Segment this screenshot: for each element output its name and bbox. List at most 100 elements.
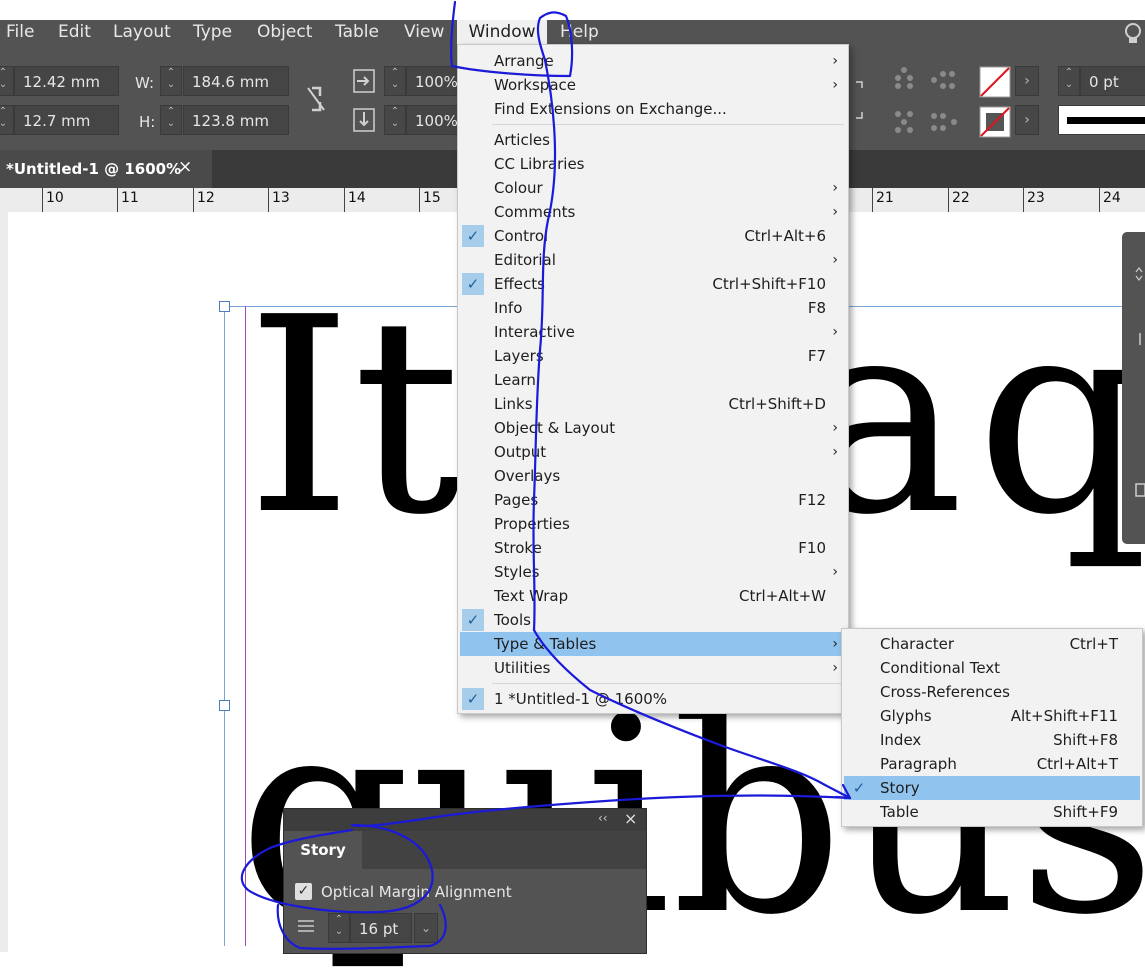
menu-item-editorial[interactable]: Editorial › <box>458 248 848 272</box>
menu-item-workspace[interactable]: Workspace › <box>458 73 848 97</box>
menu-item-control[interactable]: ✓ Control Ctrl+Alt+6 <box>458 224 848 248</box>
menu-edit[interactable]: Edit <box>58 20 91 46</box>
menu-item-comments[interactable]: Comments › <box>458 200 848 224</box>
align-bottom-icon[interactable] <box>890 108 920 138</box>
menu-table[interactable]: Table <box>335 20 379 46</box>
submenu-item-cross-references[interactable]: Cross-References <box>844 680 1140 704</box>
type-tables-submenu: Character Ctrl+T Conditional Text Cross-R… <box>841 628 1143 827</box>
scale-x-stepper[interactable]: ⌃ ⌄ <box>384 66 406 96</box>
width-field[interactable]: 184.6 mm <box>183 66 289 96</box>
x-position-field[interactable]: 12.42 mm <box>14 66 119 96</box>
align-left-icon[interactable] <box>928 66 962 96</box>
document-tab-title: *Untitled-1 @ 1600% <box>6 160 182 178</box>
menu-object[interactable]: Object <box>257 20 312 46</box>
y-stepper[interactable]: ⌃ ⌄ <box>0 105 14 135</box>
menu-item-output[interactable]: Output › <box>458 440 848 464</box>
height-label: H: <box>139 113 156 131</box>
scale-y-icon <box>353 108 375 132</box>
menu-item-type-tables[interactable]: Type & Tables › <box>460 632 846 656</box>
menu-item-colour[interactable]: Colour › <box>458 176 848 200</box>
height-field[interactable]: 123.8 mm <box>183 105 289 135</box>
selection-handle[interactable] <box>219 700 230 711</box>
menu-item-cc-libraries[interactable]: CC Libraries <box>458 152 848 176</box>
size-stepper[interactable]: ⌃ ⌄ <box>328 913 350 943</box>
scale-y-field[interactable]: 100% <box>406 105 460 135</box>
document-tab[interactable]: *Untitled-1 @ 1600% × <box>0 150 212 188</box>
ruler-label: 24 <box>1103 190 1121 206</box>
close-tab-icon[interactable]: × <box>178 157 192 177</box>
scale-y-stepper[interactable]: ⌃ ⌄ <box>384 105 406 135</box>
fill-dropdown-arrow[interactable]: › <box>1015 66 1039 96</box>
menu-item-text-wrap[interactable]: Text Wrap Ctrl+Alt+W <box>458 584 848 608</box>
stroke-weight-stepper[interactable]: ⌃ ⌄ <box>1058 66 1080 96</box>
menu-item-overlays[interactable]: Overlays <box>458 464 848 488</box>
menu-item-find-extensions[interactable]: Find Extensions on Exchange... <box>458 97 848 121</box>
menu-item-stroke[interactable]: Stroke F10 <box>458 536 848 560</box>
chevron-right-icon: › <box>832 180 838 196</box>
chevron-right-icon: › <box>832 77 838 93</box>
collapse-panel-icon[interactable]: ‹‹ <box>598 811 608 825</box>
menu-item-arrange[interactable]: Arrange › <box>458 49 848 73</box>
menu-item-info[interactable]: Info F8 <box>458 296 848 320</box>
close-panel-icon[interactable]: × <box>624 809 637 828</box>
fill-none-swatch-icon[interactable] <box>979 66 1011 98</box>
stroke-weight-field[interactable]: 0 pt <box>1080 66 1145 96</box>
chevron-right-icon: › <box>832 564 838 580</box>
chevron-right-icon: › <box>832 636 838 652</box>
submenu-item-character[interactable]: Character Ctrl+T <box>844 632 1140 656</box>
menu-item-links[interactable]: Links Ctrl+Shift+D <box>458 392 848 416</box>
submenu-item-story[interactable]: ✓ Story <box>844 776 1140 800</box>
menu-layout[interactable]: Layout <box>113 20 171 46</box>
window-menu: Arrange › Workspace › Find Extensions on E… <box>457 44 849 714</box>
x-stepper[interactable]: ⌃ ⌄ <box>0 66 14 96</box>
menu-item-layers[interactable]: Layers F7 <box>458 344 848 368</box>
menu-item-articles[interactable]: Articles <box>458 128 848 152</box>
stroke-type-dropdown[interactable] <box>1058 105 1145 135</box>
menu-type[interactable]: Type <box>193 20 232 46</box>
canvas-text-line1-q[interactable]: q <box>976 282 1145 552</box>
menu-item-open-document[interactable]: ✓ 1 *Untitled-1 @ 1600% <box>458 687 848 711</box>
menu-help[interactable]: Help <box>560 20 599 46</box>
scale-x-field[interactable]: 100% <box>406 66 460 96</box>
size-dropdown-arrow[interactable]: ⌄ <box>414 913 438 943</box>
checkmark-icon: ✓ <box>462 225 484 247</box>
submenu-item-glyphs[interactable]: Glyphs Alt+Shift+F11 <box>844 704 1140 728</box>
story-panel: ‹‹ × Story ✓ Optical Margin Alignment ⌃ ⌄… <box>283 808 647 954</box>
story-panel-titlebar[interactable]: ‹‹ × <box>284 809 646 831</box>
stroke-dropdown-arrow[interactable]: › <box>1015 105 1039 135</box>
selection-handle[interactable] <box>219 301 230 312</box>
width-stepper[interactable]: ⌃ ⌄ <box>160 66 182 96</box>
panel-icon[interactable] <box>1134 482 1145 498</box>
height-stepper[interactable]: ⌃ ⌄ <box>160 105 182 135</box>
vertical-ruler[interactable] <box>0 212 8 952</box>
optical-margin-checkbox[interactable]: ✓ <box>295 883 312 900</box>
stroke-swatch-icon[interactable] <box>979 106 1011 138</box>
menu-item-learn[interactable]: Learn <box>458 368 848 392</box>
lightbulb-icon[interactable] <box>1122 22 1144 46</box>
menu-item-object-layout[interactable]: Object & Layout › <box>458 416 848 440</box>
menu-item-properties[interactable]: Properties <box>458 512 848 536</box>
menu-window[interactable]: Window <box>457 20 547 46</box>
align-right-icon[interactable] <box>928 108 962 138</box>
submenu-item-conditional-text[interactable]: Conditional Text <box>844 656 1140 680</box>
chevron-right-icon: › <box>832 420 838 436</box>
menu-view[interactable]: View <box>404 20 444 46</box>
plus-icon[interactable] <box>1134 332 1145 346</box>
menu-item-effects[interactable]: ✓ Effects Ctrl+Shift+F10 <box>458 272 848 296</box>
constrain-proportions-icon[interactable] <box>304 84 328 114</box>
checkmark-icon: ✓ <box>462 273 484 295</box>
menu-item-pages[interactable]: Pages F12 <box>458 488 848 512</box>
align-top-icon[interactable] <box>890 66 920 96</box>
submenu-item-paragraph[interactable]: Paragraph Ctrl+Alt+T <box>844 752 1140 776</box>
submenu-item-index[interactable]: Index Shift+F8 <box>844 728 1140 752</box>
optical-margin-size-field[interactable]: 16 pt <box>350 913 412 943</box>
menu-file[interactable]: File <box>6 20 34 46</box>
menu-item-utilities[interactable]: Utilities › <box>458 656 848 680</box>
menu-item-tools[interactable]: ✓ Tools <box>458 608 848 632</box>
y-position-field[interactable]: 12.7 mm <box>14 105 119 135</box>
collapsed-panel-strip[interactable] <box>1122 232 1145 544</box>
submenu-item-table[interactable]: Table Shift+F9 <box>844 800 1140 824</box>
tab-story[interactable]: Story <box>284 831 362 869</box>
menu-item-styles[interactable]: Styles › <box>458 560 848 584</box>
menu-item-interactive[interactable]: Interactive › <box>458 320 848 344</box>
